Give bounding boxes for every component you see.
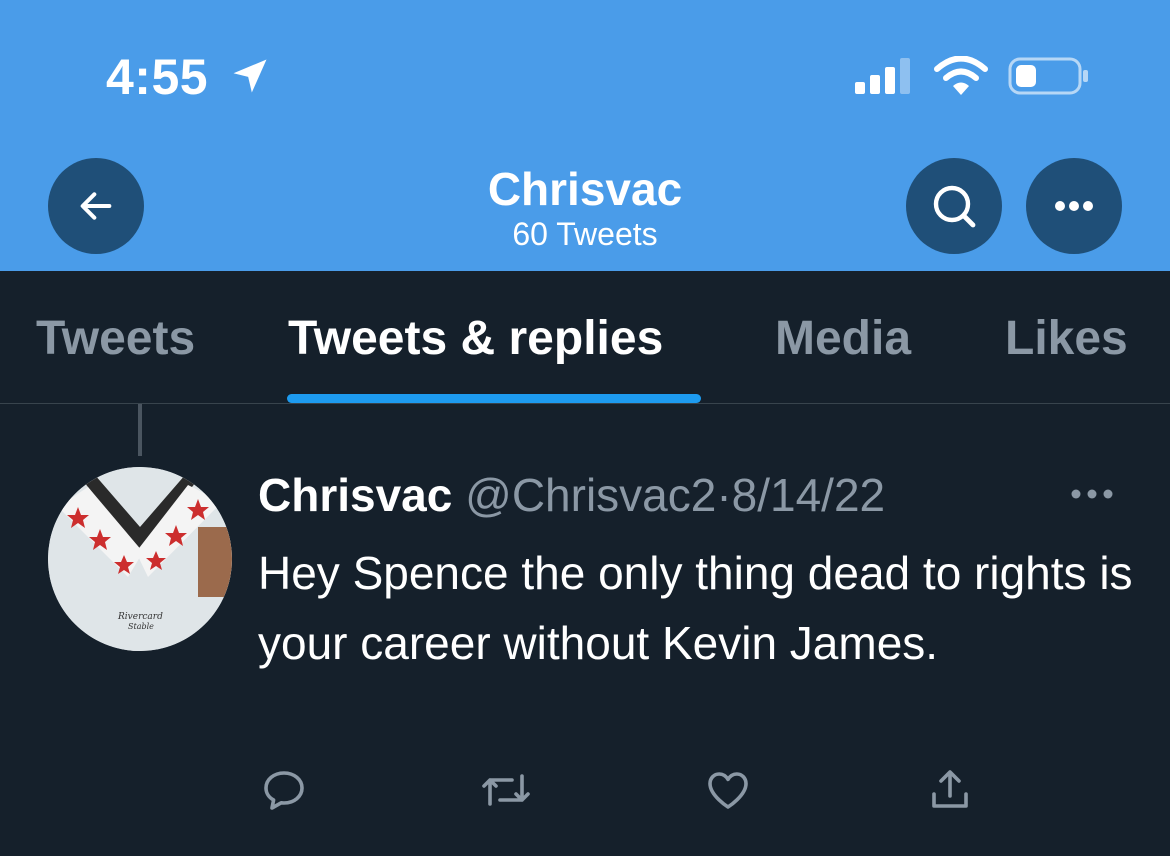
profile-header: 4:55 Chrisvac 60 Tweets xyxy=(0,0,1170,271)
like-icon[interactable] xyxy=(704,766,752,814)
cellular-signal-icon xyxy=(855,58,910,94)
share-icon[interactable] xyxy=(926,766,974,814)
avatar-jersey-lettering: Rivercard xyxy=(117,612,163,622)
status-time: 4:55 xyxy=(106,49,209,105)
tweet-author-handle[interactable]: @Chrisvac2 xyxy=(465,469,716,521)
profile-tabs: Tweets Tweets & replies Media Likes xyxy=(0,271,1170,404)
tab-media[interactable]: Media xyxy=(775,311,911,366)
search-icon xyxy=(933,185,976,228)
tweet-header: Chrisvac @Chrisvac2·8/14/22 xyxy=(258,468,885,522)
location-arrow-icon xyxy=(233,59,267,93)
tweet-text: Hey Spence the only thing dead to rights… xyxy=(258,547,1133,669)
thread-connector-line xyxy=(138,404,142,456)
reply-icon[interactable] xyxy=(260,766,308,814)
active-tab-indicator xyxy=(287,394,701,403)
tab-likes[interactable]: Likes xyxy=(1005,311,1128,366)
tweet-separator: · xyxy=(716,469,732,521)
retweet-icon[interactable] xyxy=(480,766,532,814)
more-icon xyxy=(1055,201,1093,211)
tab-tweets-and-replies[interactable]: Tweets & replies xyxy=(288,311,663,366)
search-button[interactable] xyxy=(906,158,1002,254)
tweet-more-icon[interactable] xyxy=(1070,488,1114,500)
wifi-icon xyxy=(934,56,988,95)
more-options-button[interactable] xyxy=(1026,158,1122,254)
tweet-author-name[interactable]: Chrisvac xyxy=(258,469,452,521)
avatar[interactable]: Rivercard Stable xyxy=(48,467,232,651)
battery-icon xyxy=(1008,57,1088,95)
tweet-date[interactable]: 8/14/22 xyxy=(732,469,885,521)
svg-text:Stable: Stable xyxy=(128,622,154,631)
tab-tweets[interactable]: Tweets xyxy=(36,311,195,366)
avatar-jersey-image: Rivercard Stable xyxy=(48,467,232,651)
